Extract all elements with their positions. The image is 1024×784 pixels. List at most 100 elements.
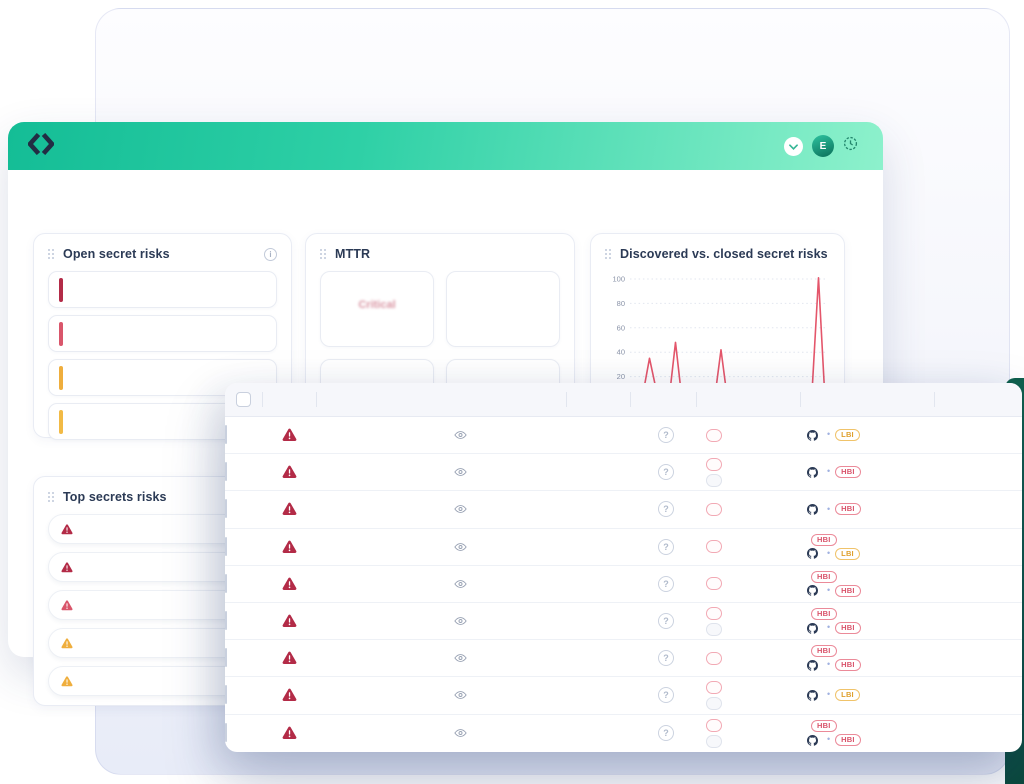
business-impact-badge: HBI	[835, 585, 861, 597]
business-impact-badge: HBI	[835, 659, 861, 671]
insights-cell	[696, 458, 800, 487]
card-title: Top secrets risks	[63, 490, 167, 504]
risk-stat-critical[interactable]	[48, 271, 277, 308]
validity-unknown-icon: ?	[658, 725, 674, 741]
row-select-cell	[225, 500, 262, 518]
insights-cell	[696, 681, 800, 710]
component-cell	[316, 653, 566, 663]
application-repository-cell: HBI•HBI	[800, 571, 934, 597]
validity-cell: ?	[630, 464, 696, 480]
table-row[interactable]: ? HBI•HBI	[225, 603, 1022, 640]
drag-handle-icon[interactable]	[48, 492, 55, 503]
row-checkbox[interactable]	[225, 499, 227, 518]
severity-bar	[59, 366, 63, 390]
table-row[interactable]: ? •LBI	[225, 677, 1022, 714]
table-row[interactable]: ? •HBI	[225, 454, 1022, 491]
dot-separator: •	[827, 549, 830, 559]
header-dropdown-button[interactable]	[784, 137, 803, 156]
row-checkbox[interactable]	[225, 574, 227, 593]
row-checkbox[interactable]	[225, 685, 227, 704]
table-row[interactable]: ? •LBI	[225, 417, 1022, 454]
application-repository-cell: HBI•HBI	[800, 645, 934, 671]
user-avatar[interactable]: E	[812, 135, 834, 157]
chevron-down-icon	[789, 137, 798, 155]
eye-icon	[454, 728, 467, 738]
column-header-validity[interactable]	[630, 392, 696, 407]
warning-triangle-icon	[282, 428, 297, 442]
risk-cell	[262, 726, 316, 740]
table-row[interactable]: ? HBI•HBI	[225, 566, 1022, 603]
table-row[interactable]: ? HBI•LBI	[225, 529, 1022, 566]
history-clock-button[interactable]	[843, 136, 858, 156]
application-repository-cell: HBI•HBI	[800, 608, 934, 634]
github-icon	[807, 467, 818, 478]
risk-cell	[262, 651, 316, 665]
row-select-cell	[225, 612, 262, 630]
row-select-cell	[225, 463, 262, 481]
insights-cell	[696, 540, 800, 553]
card-title: Discovered vs. closed secret risks	[620, 247, 828, 261]
dot-separator: •	[827, 505, 830, 515]
github-icon	[807, 660, 818, 671]
drag-handle-icon[interactable]	[320, 249, 327, 260]
select-all-checkbox[interactable]	[236, 392, 251, 407]
row-checkbox[interactable]	[225, 425, 227, 444]
row-select-cell	[225, 724, 262, 742]
page-background: E Open secret risks i	[0, 0, 1024, 784]
component-cell	[316, 467, 566, 477]
row-checkbox[interactable]	[225, 723, 227, 742]
validity-unknown-icon: ?	[658, 539, 674, 555]
drag-handle-icon[interactable]	[605, 249, 612, 260]
column-header-discovered-on[interactable]	[934, 392, 1022, 407]
column-header-insights[interactable]	[696, 392, 800, 407]
dot-separator: •	[827, 623, 830, 633]
application-repository-cell: HBI•LBI	[800, 534, 934, 560]
mttr-tile-critical[interactable]: Critical	[320, 271, 434, 347]
insight-pill	[706, 681, 722, 694]
severity-bar	[59, 322, 63, 346]
warning-triangle-icon	[282, 614, 297, 628]
validity-unknown-icon: ?	[658, 427, 674, 443]
insight-pill	[706, 577, 722, 590]
app-header: E	[8, 122, 883, 170]
table-header-row	[225, 383, 1022, 417]
dot-separator: •	[827, 690, 830, 700]
component-cell	[316, 542, 566, 552]
svg-text:80: 80	[617, 299, 625, 308]
info-icon[interactable]: i	[264, 248, 277, 261]
mttr-label-ghost: Critical	[358, 299, 395, 311]
eye-icon	[454, 430, 467, 440]
warning-triangle-icon	[61, 562, 73, 573]
column-header-application-repository[interactable]	[800, 392, 934, 407]
insight-pill	[706, 458, 722, 471]
row-checkbox[interactable]	[225, 537, 227, 556]
column-header-platform[interactable]	[566, 392, 630, 407]
svg-text:20: 20	[617, 372, 625, 381]
business-impact-badge: HBI	[835, 734, 861, 746]
business-impact-badge: LBI	[835, 689, 860, 701]
dot-separator: •	[827, 660, 830, 670]
table-row[interactable]: ? •HBI	[225, 491, 1022, 528]
eye-icon	[454, 467, 467, 477]
row-checkbox[interactable]	[225, 611, 227, 630]
column-header-component[interactable]	[316, 392, 566, 407]
row-select-cell	[225, 649, 262, 667]
row-checkbox[interactable]	[225, 462, 227, 481]
drag-handle-icon[interactable]	[48, 249, 55, 260]
component-cell	[316, 504, 566, 514]
table-row[interactable]: ? HBI•HBI	[225, 640, 1022, 677]
dot-separator: •	[827, 735, 830, 745]
eye-icon	[454, 690, 467, 700]
row-checkbox[interactable]	[225, 648, 227, 667]
clock-icon	[843, 136, 858, 156]
column-header-risk[interactable]	[262, 392, 316, 407]
github-icon	[807, 735, 818, 746]
insight-pill	[706, 607, 722, 620]
severity-bar	[59, 410, 63, 434]
table-row[interactable]: ? HBI • HBI	[225, 715, 1022, 752]
risk-cell	[262, 540, 316, 554]
validity-unknown-icon: ?	[658, 464, 674, 480]
risk-stat-high[interactable]	[48, 315, 277, 352]
business-impact-badge: HBI	[811, 720, 837, 732]
mttr-tile-high[interactable]	[446, 271, 560, 347]
